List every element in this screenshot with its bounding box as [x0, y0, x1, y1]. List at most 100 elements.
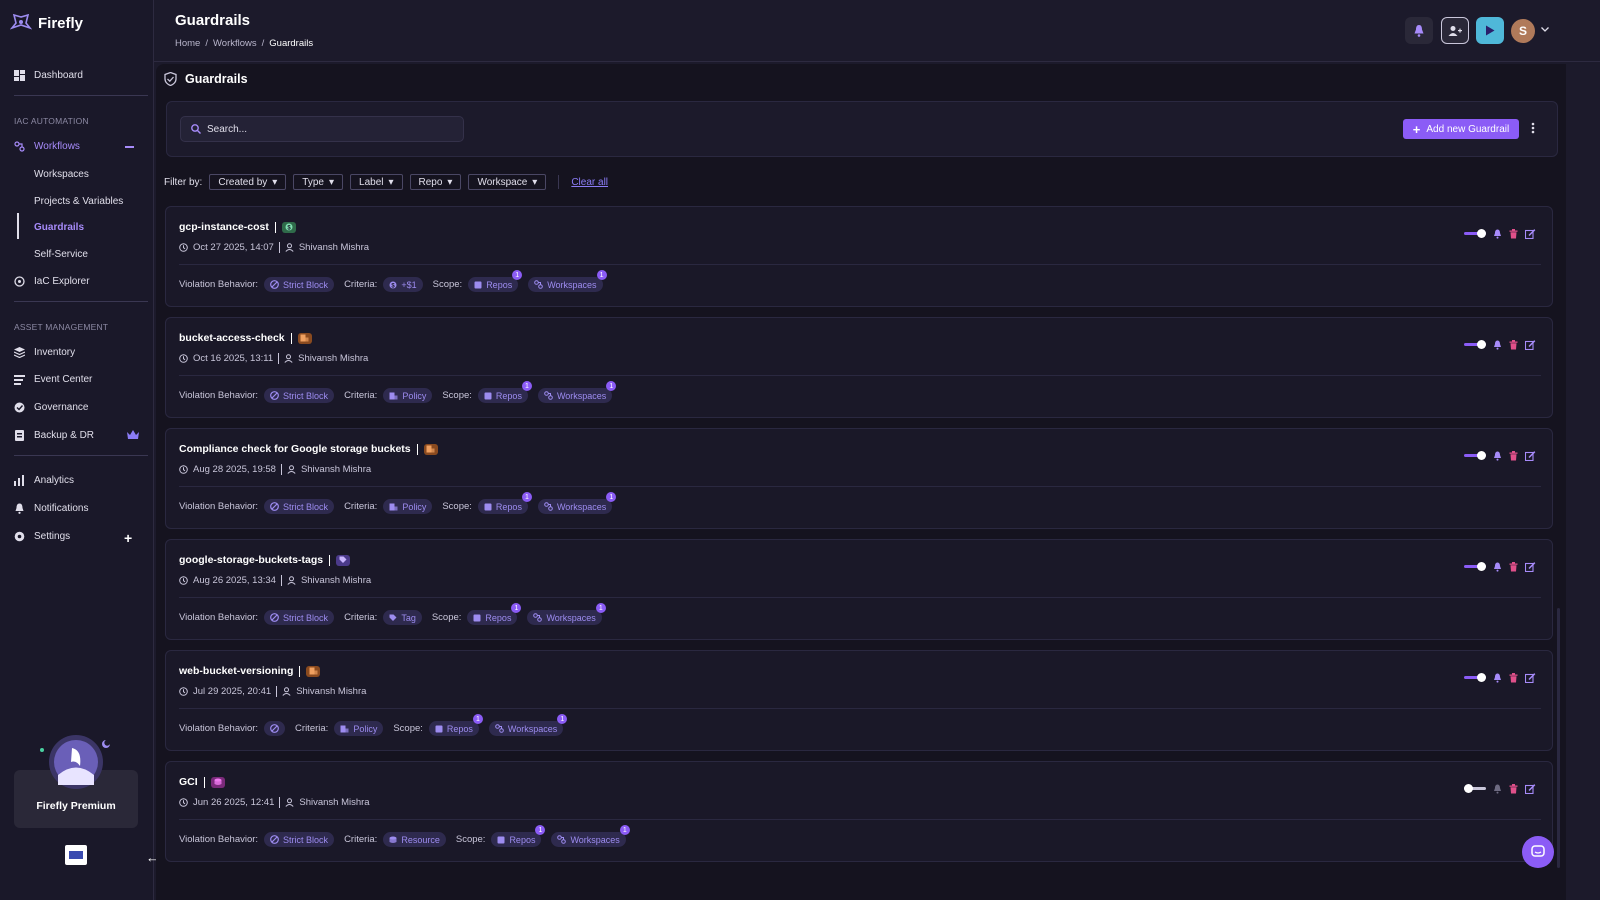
sidebar-item-dashboard[interactable]: Dashboard [14, 70, 83, 81]
guardrail-card[interactable]: Compliance check for Google storage buck… [165, 428, 1553, 529]
repos-chip[interactable]: Repos 1 [468, 270, 523, 292]
trash-icon[interactable] [1509, 451, 1518, 461]
workspaces-chip[interactable]: Workspaces 1 [537, 381, 617, 403]
sidebar-item-iac-explorer[interactable]: IaC Explorer [14, 276, 90, 287]
workspaces-chip[interactable]: Workspaces 1 [527, 603, 606, 625]
edit-icon[interactable] [1525, 562, 1536, 572]
criteria-chip[interactable]: $ +$1 [383, 277, 423, 292]
guardrail-card[interactable]: gcp-instance-cost $ Oct 27 2025, 14:07 S… [165, 206, 1553, 307]
card-details: Violation Behavior: Strict Block Criteri… [179, 270, 607, 292]
guardrail-card[interactable]: bucket-access-check Oct 16 2025, 13:11 S… [165, 317, 1553, 418]
workspaces-chip[interactable]: Workspaces 1 [551, 825, 630, 847]
cost-type-icon: $ [281, 221, 296, 233]
guardrail-name[interactable]: web-bucket-versioning [179, 665, 293, 677]
sidebar-item-guardrails[interactable]: Guardrails [34, 222, 84, 233]
more-options-icon[interactable] [1531, 122, 1535, 134]
guardrail-name[interactable]: gcp-instance-cost [179, 221, 269, 233]
edit-icon[interactable] [1525, 340, 1536, 350]
repos-chip[interactable]: Repos 1 [477, 492, 532, 514]
sidebar-item-settings[interactable]: Settings [14, 531, 70, 542]
guardrail-name[interactable]: google-storage-buckets-tags [179, 554, 323, 566]
sidebar-divider [14, 455, 148, 456]
sidebar-item-self-service[interactable]: Self-Service [34, 249, 88, 260]
scrollbar[interactable] [1557, 608, 1560, 868]
criteria-chip[interactable]: Policy [383, 499, 433, 514]
clear-all-link[interactable]: Clear all [571, 177, 608, 188]
filter-label-select[interactable]: Label ▾ [350, 174, 403, 190]
sidebar-item-inventory[interactable]: Inventory [14, 347, 75, 358]
guardrail-card[interactable]: web-bucket-versioning Jul 29 2025, 20:41… [165, 650, 1553, 751]
guardrail-card[interactable]: google-storage-buckets-tags Aug 26 2025,… [165, 539, 1553, 640]
enable-toggle[interactable] [1464, 673, 1486, 683]
trash-icon[interactable] [1509, 784, 1518, 794]
notifications-button[interactable] [1405, 17, 1433, 44]
trash-icon[interactable] [1509, 562, 1518, 572]
scope-label: Scope: [393, 723, 423, 734]
guardrail-name[interactable]: bucket-access-check [179, 332, 285, 344]
chevron-down-icon[interactable] [1541, 27, 1549, 32]
edit-icon[interactable] [1525, 784, 1536, 794]
collapse-workflows-icon[interactable] [125, 146, 134, 148]
sidebar-item-workflows[interactable]: Workflows [14, 141, 80, 152]
breadcrumb-home[interactable]: Home [175, 38, 200, 49]
sidebar-item-governance[interactable]: Governance [14, 402, 88, 413]
sidebar-item-projects-variables[interactable]: Projects & Variables [34, 196, 123, 207]
filter-workspace[interactable]: Workspace ▾ [468, 174, 547, 190]
block-icon [270, 724, 279, 733]
bell-icon[interactable] [1493, 451, 1502, 461]
invite-user-button[interactable] [1441, 17, 1469, 44]
author-name: Shivansh Mishra [299, 797, 370, 808]
enable-toggle[interactable] [1464, 229, 1486, 239]
criteria-chip[interactable]: Policy [334, 721, 384, 736]
bell-icon[interactable] [1493, 784, 1502, 794]
filter-created-by[interactable]: Created by ▾ [209, 174, 287, 190]
sidebar-item-notifications[interactable]: Notifications [14, 503, 88, 514]
expand-settings-icon[interactable]: + [124, 530, 132, 546]
breadcrumb-workflows[interactable]: Workflows [213, 38, 257, 49]
repos-chip[interactable]: Repos 1 [477, 381, 532, 403]
repo-icon [484, 392, 492, 400]
repos-chip[interactable]: Repos 1 [491, 825, 546, 847]
workspaces-chip[interactable]: Workspaces 1 [528, 270, 607, 292]
play-tour-button[interactable] [1476, 17, 1504, 44]
enable-toggle[interactable] [1464, 340, 1486, 350]
bell-icon[interactable] [1493, 229, 1502, 239]
chat-support-button[interactable] [1522, 836, 1554, 868]
trash-icon[interactable] [1509, 673, 1518, 683]
bell-icon[interactable] [1493, 562, 1502, 572]
repos-chip[interactable]: Repos 1 [467, 603, 522, 625]
sidebar-item-workspaces[interactable]: Workspaces [34, 169, 89, 180]
search-input[interactable]: Search... [180, 116, 464, 142]
criteria-chip[interactable]: Tag [383, 610, 422, 625]
enable-toggle[interactable] [1464, 784, 1486, 794]
bell-icon[interactable] [1493, 673, 1502, 683]
trash-icon[interactable] [1509, 340, 1518, 350]
bell-icon[interactable] [1493, 340, 1502, 350]
filter-repo[interactable]: Repo ▾ [409, 174, 462, 190]
edit-icon[interactable] [1525, 229, 1536, 239]
criteria-chip[interactable]: Resource [383, 832, 446, 847]
app-logo[interactable]: Firefly [10, 14, 83, 32]
tag-icon [389, 614, 397, 622]
add-guardrail-button[interactable]: + Add new Guardrail [1403, 119, 1519, 139]
sidebar-item-event-center[interactable]: Event Center [14, 374, 92, 385]
sidebar-item-analytics[interactable]: Analytics [14, 475, 74, 486]
repos-chip[interactable]: Repos 1 [428, 714, 483, 736]
sidebar-label: Notifications [34, 503, 89, 514]
sidebar-item-backup-dr[interactable]: Backup & DR [14, 430, 94, 441]
workspaces-chip[interactable]: Workspaces 1 [537, 492, 617, 514]
guardrail-name[interactable]: Compliance check for Google storage buck… [179, 443, 411, 455]
guardrail-card[interactable]: GCI Jun 26 2025, 12:41 Shivansh Mishra V… [165, 761, 1553, 862]
filter-type[interactable]: Type ▾ [293, 174, 344, 190]
edit-icon[interactable] [1525, 451, 1536, 461]
workspaces-chip[interactable]: Workspaces 1 [488, 714, 568, 736]
avatar[interactable]: S [1511, 19, 1535, 43]
guardrail-name[interactable]: GCI [179, 776, 198, 788]
trash-icon[interactable] [1509, 229, 1518, 239]
criteria-chip[interactable]: Policy [383, 388, 433, 403]
enable-toggle[interactable] [1464, 451, 1486, 461]
enable-toggle[interactable] [1464, 562, 1486, 572]
sidebar-label: IaC Explorer [34, 276, 90, 287]
company-logo[interactable] [65, 845, 87, 865]
edit-icon[interactable] [1525, 673, 1536, 683]
